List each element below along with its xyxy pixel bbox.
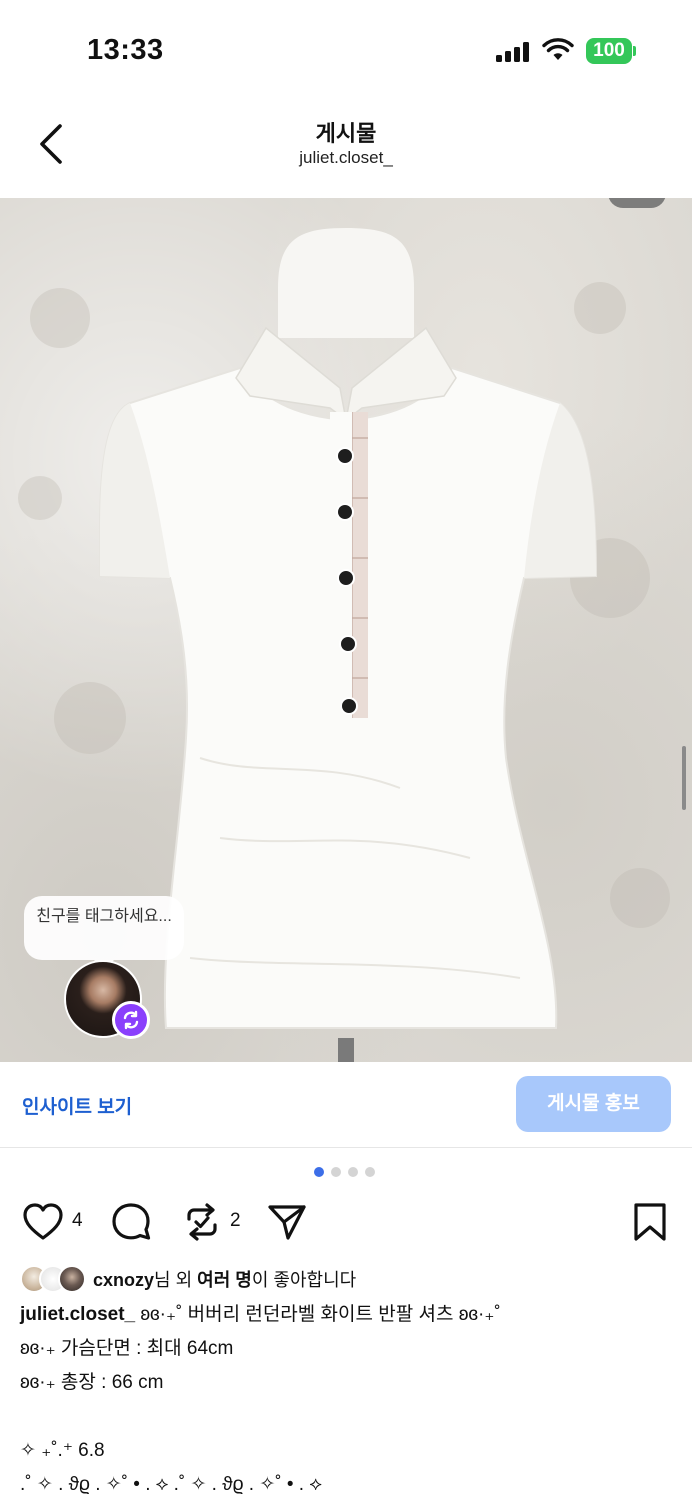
comment-icon[interactable] [110,1202,152,1242]
post-photo[interactable]: 친구를 태그하세요... [0,198,692,1062]
overlay-pill [608,198,666,208]
likes-text: cxnozy님 외 여러 명이 좋아합니다 [93,1266,356,1292]
carousel-dots [314,1167,375,1177]
caption-line-1: juliet.closet_ ʚɞ·₊˚ 버버리 런던라벨 화이트 반팔 셔츠 … [20,1298,672,1332]
like-count[interactable]: 4 [72,1210,83,1232]
carousel-dot-3 [348,1167,358,1177]
likes-others[interactable]: 여러 명 [197,1270,252,1290]
tag-friends-bubble[interactable]: 친구를 태그하세요... [24,896,184,970]
likes-suffix-2: 이 좋아합니다 [251,1270,357,1290]
caption-line-4: ✧ ₊˚.⁺ 6.8 [20,1440,105,1461]
post-actions: 4 2 [0,1198,692,1248]
post-header: 게시물 juliet.closet_ [0,100,692,198]
view-insights-link[interactable]: 인사이트 보기 [22,1092,132,1119]
insights-bar: 인사이트 보기 게시물 홍보 [0,1062,692,1148]
promote-post-button[interactable]: 게시물 홍보 [516,1076,671,1132]
repost-icon[interactable] [182,1202,222,1242]
post-author-username[interactable]: juliet.closet_ [0,148,692,168]
share-icon[interactable] [266,1202,308,1242]
caption-line-5: .˚ ✧ . ϑϱ . ✧˚ • . ⟡ .˚ ✧ . ϑϱ . ✧˚ • . … [20,1474,322,1495]
post-caption: juliet.closet_ ʚɞ·₊˚ 버버리 런던라벨 화이트 반팔 셔츠 … [20,1298,672,1500]
repost-icon [123,1010,139,1030]
status-bar: 13:33 100 [0,0,692,100]
likes-suffix-1: 님 외 [154,1270,198,1290]
battery-indicator: 100 [586,38,632,64]
wifi-icon [542,38,574,60]
bookmark-icon[interactable] [632,1202,668,1242]
repost-badge[interactable] [112,1001,150,1039]
carousel-dot-2 [331,1167,341,1177]
page-title: 게시물 [315,121,377,146]
likes-summary[interactable]: cxnozy님 외 여러 명이 좋아합니다 [20,1264,356,1294]
caption-title: ʚɞ·₊˚ 버버리 런던라벨 화이트 반팔 셔츠 ʚɞ·₊˚ [135,1304,501,1325]
scroll-indicator [682,746,686,810]
carousel-dot-4 [365,1167,375,1177]
clock: 13:33 [87,34,164,66]
caption-username[interactable]: juliet.closet_ [20,1304,135,1325]
repost-count[interactable]: 2 [230,1210,241,1232]
carousel-dot-1 [314,1167,324,1177]
battery-tip [633,46,636,56]
liker-avatar-3 [58,1265,86,1293]
heart-icon[interactable] [22,1202,64,1242]
cellular-signal-icon [496,42,529,62]
liker-username[interactable]: cxnozy [93,1270,154,1290]
caption-line-3: ʚɞ·₊ 총장 : 66 cm [20,1372,164,1393]
caption-line-2: ʚɞ·₊ 가슴단면 : 최대 64cm [20,1338,234,1359]
